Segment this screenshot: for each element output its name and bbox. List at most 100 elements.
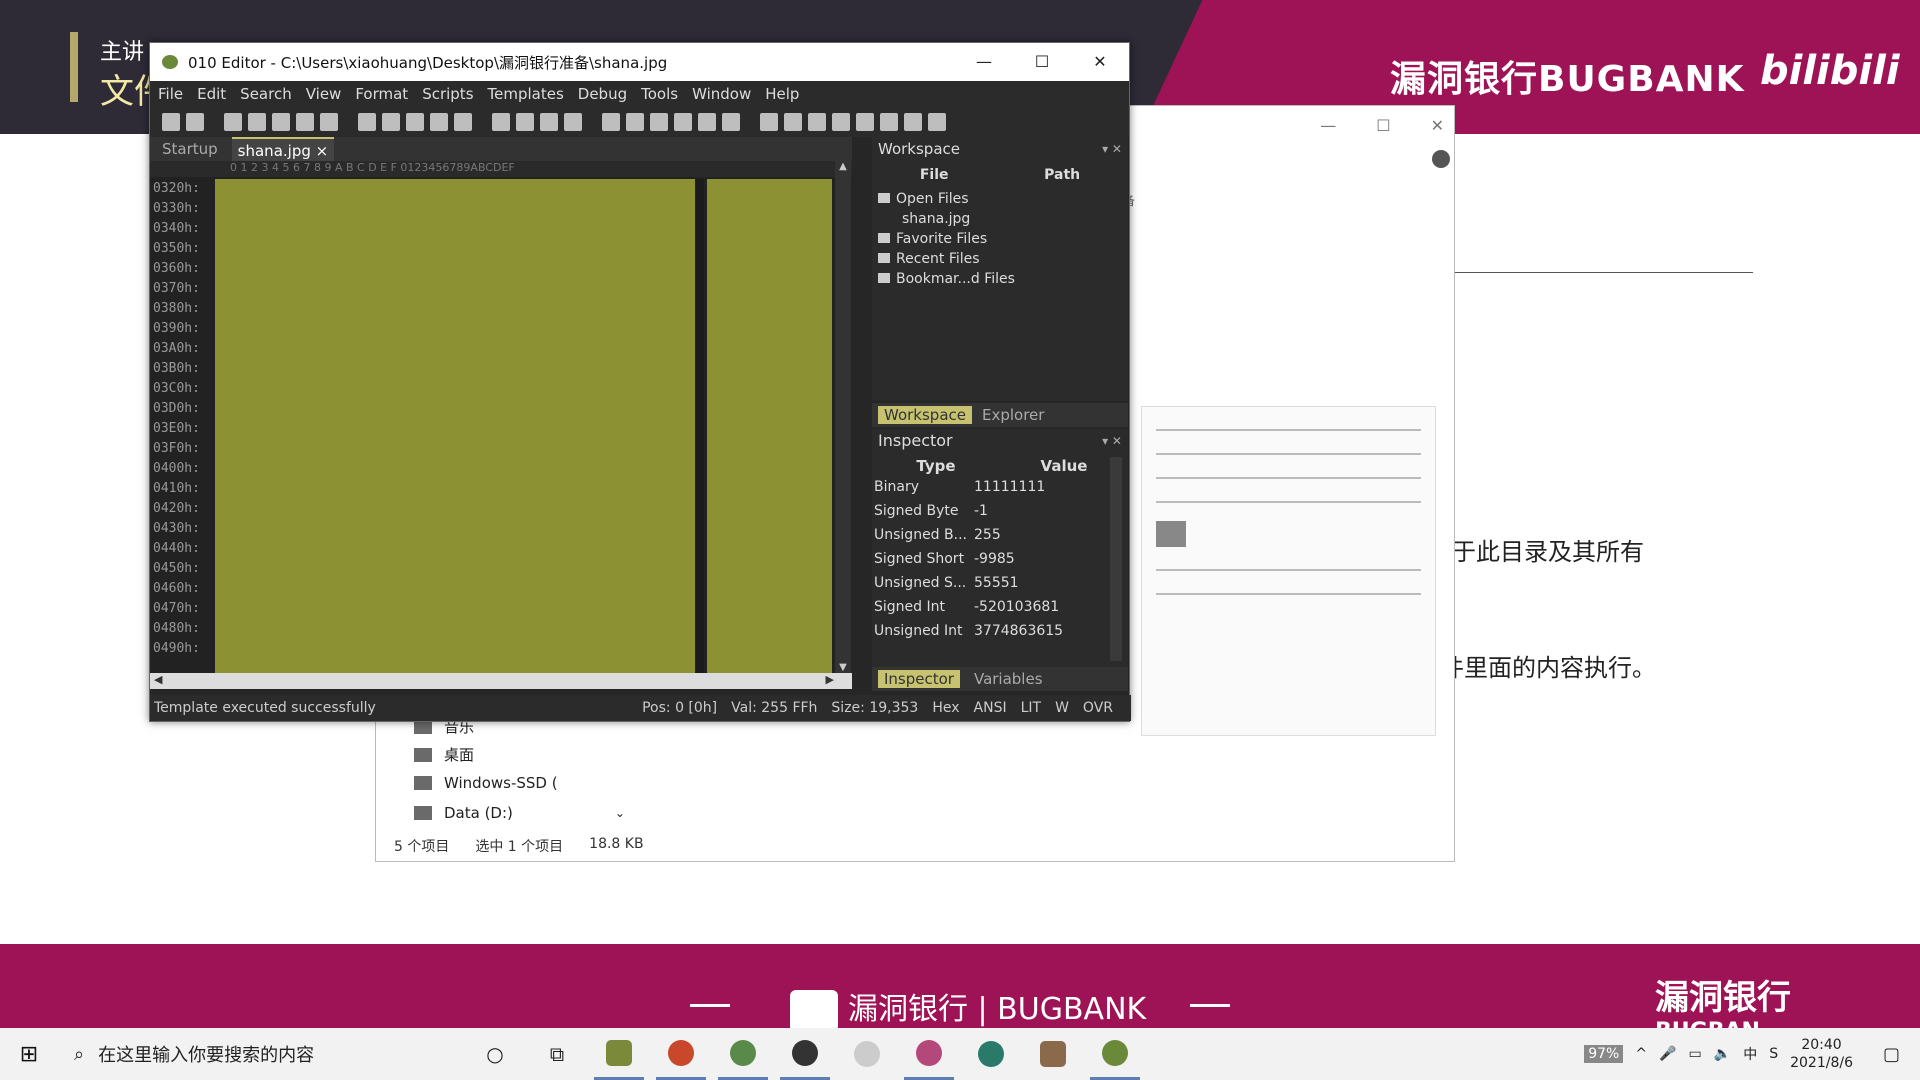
close-button[interactable]: ✕ (1071, 43, 1129, 81)
paste-icon[interactable] (406, 113, 424, 131)
ime-indicator[interactable]: 中 (1743, 1044, 1757, 1064)
split-icon[interactable] (698, 113, 716, 131)
taskbar-app-explorer[interactable] (594, 1028, 644, 1080)
undo-icon[interactable] (430, 113, 448, 131)
workspace-item-recent[interactable]: Recent Files (872, 249, 1128, 269)
workspace-item-favorites[interactable]: Favorite Files (872, 229, 1128, 249)
columns-icon[interactable] (650, 113, 668, 131)
taskbar-search[interactable]: ⌕ 在这里输入你要搜索的内容 (58, 1028, 458, 1080)
workspace-item-bookmarked[interactable]: Bookmar...d Files (872, 269, 1128, 289)
calculator-icon[interactable] (760, 113, 778, 131)
print-icon[interactable] (320, 113, 338, 131)
taskbar-clock[interactable]: 20:40 2021/8/6 (1790, 1036, 1853, 1072)
bookmark-icon[interactable] (784, 113, 802, 131)
histogram-icon[interactable] (832, 113, 850, 131)
maximize-icon[interactable]: ☐ (1376, 116, 1390, 135)
taskbar-app-headset[interactable] (966, 1028, 1016, 1080)
scroll-left-icon[interactable]: ◀ (154, 673, 162, 686)
network-icon[interactable]: ▭ (1689, 1046, 1702, 1062)
chevron-down-icon[interactable]: ⌄ (615, 806, 625, 820)
inspector-row[interactable]: Signed Byte -1 (872, 499, 1128, 523)
settings-dot-icon[interactable] (1432, 150, 1450, 168)
menu-debug[interactable]: Debug (578, 85, 627, 103)
scroll-down-icon[interactable]: ▼ (835, 662, 851, 673)
taskbar-app-browser[interactable] (904, 1028, 954, 1080)
workspace-item-open-files[interactable]: Open Files (872, 189, 1128, 209)
menu-search[interactable]: Search (240, 85, 292, 103)
find-icon[interactable] (492, 113, 510, 131)
tab-variables[interactable]: Variables (974, 670, 1043, 688)
menu-edit[interactable]: Edit (197, 85, 226, 103)
tab-shana-jpg[interactable]: shana.jpg × (231, 137, 335, 161)
taskbar-app-panda[interactable] (842, 1028, 892, 1080)
tree-item-desktop[interactable]: 桌面 (414, 744, 474, 765)
status-ovr[interactable]: OVR (1083, 700, 1113, 716)
ascii-text-grid[interactable] (707, 179, 832, 673)
status-ansi[interactable]: ANSI (974, 700, 1007, 716)
menu-view[interactable]: View (306, 85, 342, 103)
scroll-up-icon[interactable]: ▲ (835, 161, 851, 172)
inspector-row[interactable]: Unsigned B... 255 (872, 523, 1128, 547)
taskbar-app-chrome[interactable] (718, 1028, 768, 1080)
inspector-row[interactable]: Binary 11111111 (872, 475, 1128, 499)
minimize-button[interactable]: — (955, 43, 1013, 81)
inspector-row[interactable]: Unsigned Int 3774863615 (872, 619, 1128, 643)
menu-window[interactable]: Window (692, 85, 751, 103)
run-script-icon[interactable] (904, 113, 922, 131)
menu-help[interactable]: Help (765, 85, 799, 103)
menu-scripts[interactable]: Scripts (422, 85, 473, 103)
menu-tools[interactable]: Tools (641, 85, 678, 103)
vertical-scrollbar[interactable]: ▲ ▼ (835, 161, 851, 673)
status-hex[interactable]: Hex (932, 700, 959, 716)
maximize-button[interactable]: ☐ (1013, 43, 1071, 81)
save-icon[interactable] (224, 113, 242, 131)
status-lit[interactable]: LIT (1021, 700, 1041, 716)
microphone-icon[interactable]: 🎤 (1659, 1046, 1676, 1062)
tab-startup[interactable]: Startup (156, 137, 224, 161)
tab-workspace[interactable]: Workspace (878, 406, 972, 424)
close-panel-icon[interactable]: ▾ ✕ (1102, 137, 1128, 161)
close-tab-icon[interactable]: × (316, 142, 329, 160)
close-file-icon[interactable] (296, 113, 314, 131)
menu-format[interactable]: Format (355, 85, 408, 103)
tab-inspector[interactable]: Inspector (878, 670, 960, 688)
open-file-icon[interactable] (186, 113, 204, 131)
overwrite-mode-icon[interactable] (626, 113, 644, 131)
inspector-row[interactable]: Unsigned S... 55551 (872, 571, 1128, 595)
close-icon[interactable]: ✕ (1431, 116, 1444, 135)
checksum-icon[interactable] (856, 113, 874, 131)
cortana-icon[interactable]: ○ (470, 1028, 520, 1080)
notification-icon[interactable]: ▢ (1883, 1044, 1900, 1065)
inspector-scrollbar[interactable] (1110, 457, 1122, 661)
taskbar-app-obs[interactable] (780, 1028, 830, 1080)
tree-item-data-drive[interactable]: Data (D:) ⌄ (414, 804, 625, 822)
goto-icon[interactable] (564, 113, 582, 131)
menu-templates[interactable]: Templates (488, 85, 564, 103)
taskbar-app-010editor[interactable] (1090, 1028, 1140, 1080)
new-file-icon[interactable] (162, 113, 180, 131)
taskbar-app-tool[interactable] (1028, 1028, 1078, 1080)
compare-icon[interactable] (880, 113, 898, 131)
insert-mode-icon[interactable] (602, 113, 620, 131)
sogou-icon[interactable]: S (1769, 1046, 1778, 1062)
horizontal-scrollbar[interactable]: ◀ ▶ (150, 673, 852, 689)
workspace-item-shana[interactable]: shana.jpg (872, 209, 1128, 229)
scroll-right-icon[interactable]: ▶ (826, 673, 834, 686)
inspector-row[interactable]: Signed Short -9985 (872, 547, 1128, 571)
copy-icon[interactable] (382, 113, 400, 131)
save-all-icon[interactable] (272, 113, 290, 131)
task-view-icon[interactable]: ⧉ (532, 1028, 582, 1080)
save-as-icon[interactable] (248, 113, 266, 131)
cut-icon[interactable] (358, 113, 376, 131)
redo-icon[interactable] (454, 113, 472, 131)
replace-icon[interactable] (516, 113, 534, 131)
arrows-icon[interactable] (808, 113, 826, 131)
inspector-row[interactable]: Signed Int -520103681 (872, 595, 1128, 619)
windows-start-icon[interactable]: ⊞ (0, 1028, 58, 1080)
chevron-up-icon[interactable]: ^ (1635, 1046, 1647, 1062)
highlight-icon[interactable] (722, 113, 740, 131)
tab-explorer[interactable]: Explorer (982, 406, 1044, 424)
minimize-icon[interactable]: — (1320, 116, 1336, 135)
paragraph-icon[interactable] (674, 113, 692, 131)
stop-icon[interactable] (928, 113, 946, 131)
